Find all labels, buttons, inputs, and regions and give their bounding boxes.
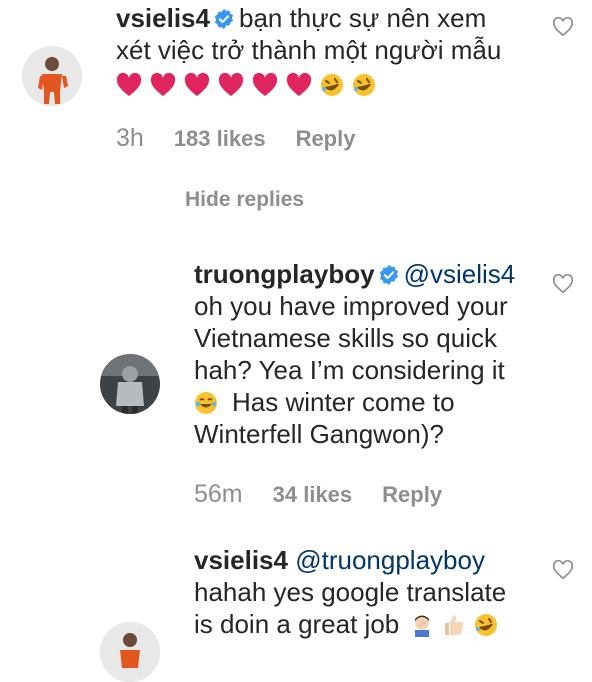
heart-outline-icon[interactable] (552, 273, 574, 295)
reply-line-1: truongplayboy @vsielis4 (194, 258, 554, 290)
thumbs-up-emoji-icon (445, 615, 464, 635)
comment-text-part: bạn thực sự nên xem (238, 3, 487, 33)
reply-timestamp[interactable]: 56m (194, 480, 243, 509)
rofl-emoji-icon (475, 614, 498, 636)
reply-line-5: Has winter come to (194, 386, 554, 418)
reply-button[interactable]: Reply (382, 482, 442, 508)
reply-line-4: hah? Yea I’m considering it (194, 355, 505, 385)
hide-replies-button[interactable]: Hide replies (185, 188, 304, 212)
comment-meta: 3h 183 likes Reply (116, 124, 355, 153)
rofl-emoji-icon (321, 74, 343, 96)
reply-line-1: vsielis4 @truongplayboy (194, 544, 554, 576)
man-facepalm-emoji-icon (415, 615, 430, 637)
reply-mention[interactable]: @vsielis4 (404, 259, 516, 289)
reply-username[interactable]: truongplayboy (194, 259, 375, 289)
heart-outline-icon[interactable] (552, 16, 574, 38)
avatar-image (22, 46, 82, 106)
verified-badge-icon (214, 8, 234, 30)
comment-username[interactable]: vsielis4 (116, 3, 210, 33)
avatar-image (100, 622, 160, 682)
reply-line-2: oh you have improved your (194, 291, 508, 321)
comment-body: vsielis4 bạn thực sự nên xem xét việc trở… (116, 2, 556, 102)
reply-mention[interactable]: @truongplayboy (295, 545, 485, 575)
reply-meta: 56m 34 likes Reply (194, 480, 442, 509)
comment-line-1: vsielis4 bạn thực sự nên xem (116, 2, 556, 34)
avatar-vsielis4[interactable] (22, 46, 82, 106)
reply-body: vsielis4 @truongplayboy hahah yes google… (194, 544, 554, 640)
reply-line-6: Winterfell Gangwon)? (194, 419, 444, 449)
reply-line-3: is doin a great job (194, 608, 554, 640)
red-heart-icon (116, 73, 142, 96)
tears-of-joy-emoji-icon (195, 392, 217, 414)
comment-emojis (116, 68, 556, 102)
reply-text-part: Has winter come to (232, 387, 455, 417)
rofl-emoji-icon (353, 74, 375, 96)
reply-username[interactable]: vsielis4 (194, 545, 288, 575)
reply-body: truongplayboy @vsielis4 oh you have impro… (194, 258, 554, 450)
comment-line-2: xét việc trở thành một người mẫu (116, 35, 502, 65)
reply-line-2: hahah yes google translate (194, 577, 507, 607)
reply-likes[interactable]: 34 likes (273, 482, 353, 508)
avatar-vsielis4[interactable] (100, 622, 160, 682)
comment-timestamp[interactable]: 3h (116, 124, 144, 153)
avatar-image (100, 354, 160, 414)
red-heart-icon (184, 73, 210, 96)
red-heart-icon (286, 73, 312, 96)
heart-outline-icon[interactable] (552, 559, 574, 581)
reply-line-3: Vietnamese skills so quick (194, 323, 497, 353)
reply-button[interactable]: Reply (296, 126, 356, 152)
reply-text-part: is doin a great job (194, 609, 400, 639)
comment-likes[interactable]: 183 likes (174, 126, 266, 152)
avatar-truongplayboy[interactable] (100, 354, 160, 414)
red-heart-icon (252, 73, 278, 96)
red-heart-icon (218, 73, 244, 96)
red-heart-icon (150, 73, 176, 96)
verified-badge-icon (379, 264, 398, 286)
